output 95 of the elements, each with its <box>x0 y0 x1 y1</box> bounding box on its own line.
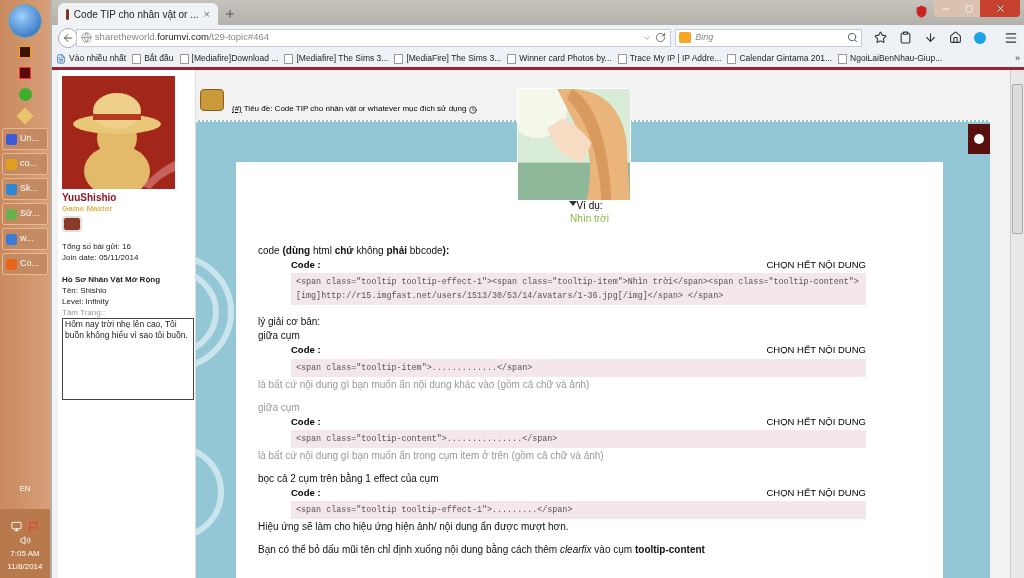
code-box: <span class="tooltip-content">...............</span> <box>291 429 866 448</box>
app-icon <box>6 183 17 195</box>
section-title: Hồ Sơ Nhân Vật Mở Rộng <box>62 274 162 285</box>
close-button[interactable] <box>980 0 1020 17</box>
scrollbar-thumb[interactable] <box>1012 84 1023 234</box>
treasure-chest-icon <box>200 89 224 111</box>
app-icon <box>6 133 17 145</box>
select-all-link[interactable]: CHỌN HẾT NỘI DUNG <box>766 414 866 429</box>
page-icon <box>727 53 737 64</box>
search-field[interactable]: Bing <box>675 28 862 47</box>
clipboard-icon[interactable] <box>899 31 912 44</box>
bookmark-star-icon[interactable] <box>874 31 887 44</box>
browser-tab[interactable]: Code TIP cho nhân vật or ... × <box>58 3 218 25</box>
tab-title: Code TIP cho nhân vật or ... <box>73 7 199 22</box>
app-icon[interactable] <box>19 46 31 58</box>
app-icon <box>6 208 17 220</box>
profile-stat: Tổng số bài gửi: 16 <box>62 241 132 252</box>
menu-icon[interactable] <box>1004 30 1018 45</box>
bookmark-item[interactable]: Bắt đầu <box>132 52 174 65</box>
more-bookmarks-button[interactable]: » <box>1015 51 1020 66</box>
back-button[interactable] <box>58 27 78 48</box>
code-box: <span class="tooltip-item">.............</span> <box>291 358 866 377</box>
home-icon[interactable] <box>949 31 962 44</box>
chat-icon[interactable] <box>974 31 986 44</box>
bookmark-item[interactable]: [Mediafire] The Sims 3... <box>284 52 389 65</box>
profile-stat: Join date: 05/11/2014 <box>62 252 140 263</box>
username[interactable]: YuuShishio <box>62 192 195 203</box>
select-all-link[interactable]: CHỌN HẾT NỘI DUNG <box>766 258 866 273</box>
back-arrow-icon <box>61 31 74 44</box>
page-icon <box>132 53 142 64</box>
select-all-link[interactable]: CHỌN HẾT NỘI DUNG <box>766 485 866 500</box>
user-rank: Game Master <box>62 203 114 214</box>
post-text: Bạn có thể bỏ dấu mũi tên chỉ định xuống nội dung bằng cách thêm clearfix vào cụm tooltip-content <box>258 543 706 556</box>
search-placeholder: Bing <box>695 30 715 44</box>
post-text: là bất cứ nội dung gì bạn muốn ẩn trong cụm item ở trên (gồm cả chữ và ảnh) <box>258 448 605 462</box>
page-icon <box>284 53 294 64</box>
bookmark-item[interactable]: Vào nhiều nhất <box>56 52 127 65</box>
search-engine-icon <box>679 32 692 43</box>
select-all-link[interactable]: CHỌN HẾT NỘI DUNG <box>766 343 866 358</box>
tab-close-button[interactable]: × <box>203 5 210 23</box>
code-box: <span class="tooltip tooltip-effect-1"><span class="tooltip-item">Nhìn trời</span><span class="tooltip-content">[img]http://r15.imgfast.net/users/1513/30/53/14/avatars/1-36.jpg[/img]</span> </span> <box>291 273 866 306</box>
bookmark-item[interactable]: Winner card Photos by... <box>507 52 612 65</box>
code-label: Code : <box>291 485 321 500</box>
example-label: Ví dụ: <box>576 200 603 212</box>
app-icon <box>6 158 17 170</box>
network-icon[interactable] <box>11 521 22 532</box>
new-tab-icon[interactable] <box>224 8 236 20</box>
bookmark-item[interactable]: [Mediafire]Download ... <box>179 52 279 65</box>
page-icon <box>507 53 517 64</box>
download-icon[interactable] <box>924 31 937 44</box>
bookmark-item[interactable]: Trace My IP | IP Addre... <box>617 52 722 65</box>
clock-date: 11/8/2014 <box>7 562 43 572</box>
mood-label: Tâm Trạng:: <box>62 307 107 318</box>
reload-icon[interactable] <box>655 32 667 43</box>
post-title: Tiêu đề: Code TIP cho nhân vật or whatever mục đích sử dụng <box>243 103 467 115</box>
code-label: Code : <box>291 343 321 358</box>
shield-icon <box>915 5 928 18</box>
clock-time: 7:05 AM <box>10 549 40 559</box>
post-text: là bất cứ nội dung gì bạn muốn ẩn nội dung khác vào (gồm cả chữ và ảnh) <box>258 377 591 391</box>
app-icon <box>6 233 17 245</box>
app-icon <box>6 258 17 270</box>
post-text: code (dùng html chứ không phải bbcode): <box>258 244 451 257</box>
clock-icon <box>469 106 478 114</box>
profile-field: Tên: Shishio <box>62 285 195 296</box>
page-icon <box>394 53 404 64</box>
post-anchor-link[interactable]: (#) <box>232 103 242 115</box>
bookmark-item[interactable]: NgoiLaiBenNhau-Giup... <box>838 52 943 65</box>
bookmark-item[interactable]: Calendar Gintama 201... <box>727 52 833 65</box>
app-icon[interactable] <box>19 67 31 79</box>
profile-field: Level: Infinity <box>62 296 195 307</box>
code-box: <span class="tooltip tooltip-effect-1">.........</span> <box>291 501 866 519</box>
post-text: giữa cụm <box>258 400 301 414</box>
search-icon[interactable] <box>847 32 858 43</box>
post-text: lý giải cơ bản: <box>258 315 322 329</box>
post-text: bọc cả 2 cụm trên bằng 1 effect của cụm <box>258 471 440 485</box>
volume-icon[interactable] <box>19 535 31 546</box>
scrollbar[interactable] <box>1010 70 1024 578</box>
rank-badge-icon <box>62 216 82 232</box>
post-text: Hiệu ứng sẽ làm cho hiệu ứng hiện ảnh/ nội dung ẩn được mượt hơn. <box>258 520 570 533</box>
close-icon <box>994 3 1006 14</box>
tooltip-arrow-icon <box>569 201 577 206</box>
bookmark-item[interactable]: [MediaFire] The Sims 3... <box>394 52 502 65</box>
page-icon <box>838 53 848 64</box>
globe-icon <box>80 32 92 43</box>
mood-box: Hôm nay trời nhẹ lên cao, Tôi buồn không hiểu vì sao tôi buồn. <box>62 318 194 400</box>
bookmark-icon <box>56 53 66 64</box>
url-text: sharetheworld.forumvi.com/t29-topic#464 <box>94 30 270 45</box>
page-icon <box>179 53 189 64</box>
code-label: Code : <box>291 258 321 272</box>
address-field[interactable]: sharetheworld.forumvi.com/t29-topic#464 <box>75 28 672 47</box>
start-button[interactable] <box>8 4 42 38</box>
code-label: Code : <box>291 414 321 429</box>
page-icon <box>617 53 627 64</box>
post-text: giữa cụm <box>258 329 301 343</box>
maximize-icon <box>965 4 973 13</box>
